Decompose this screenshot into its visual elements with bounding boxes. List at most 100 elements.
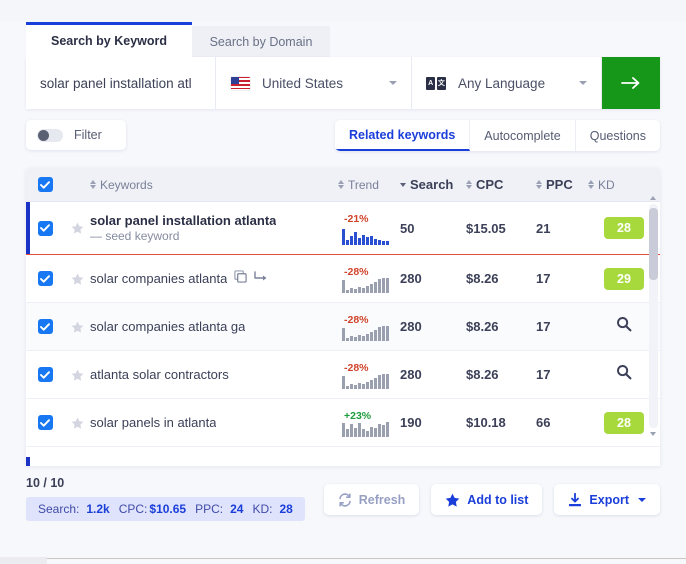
row-star-button[interactable]	[64, 222, 90, 234]
export-button-label: Export	[589, 492, 629, 507]
kd-search-icon[interactable]	[616, 316, 632, 337]
keyword-cell: atlanta solar contractors	[90, 367, 338, 382]
trend-cell: +23%	[338, 399, 400, 446]
filter-toggle-button[interactable]: Filter	[26, 120, 126, 150]
table-row[interactable]: solar panels in atlanta +23% 190 $10.18 …	[26, 399, 660, 447]
trend-sparkline	[342, 371, 389, 389]
scroll-down-icon[interactable]	[650, 432, 656, 436]
export-button[interactable]: Export	[554, 484, 660, 515]
refresh-button[interactable]: Refresh	[323, 484, 420, 515]
keyword-text[interactable]: solar panels in atlanta	[90, 415, 216, 430]
trend-sparkline	[342, 275, 389, 293]
row-star-button[interactable]	[64, 321, 90, 333]
row-accent-indicator	[26, 457, 30, 466]
summary-search-label: Search:	[38, 502, 80, 516]
search-submit-button[interactable]	[602, 57, 660, 109]
copy-icon[interactable]	[234, 269, 247, 288]
refresh-button-label: Refresh	[358, 492, 406, 507]
row-checkbox[interactable]	[37, 367, 53, 382]
keyword-search-input[interactable]	[26, 57, 216, 109]
ppc-value: 17	[536, 319, 551, 334]
row-checkbox-cell	[26, 319, 64, 334]
ppc-value: 66	[536, 415, 551, 430]
filter-and-tabs-row: Filter Related keywords Autocomplete Que…	[26, 120, 660, 152]
ppc-value: 17	[536, 367, 551, 382]
bottom-left-strip	[0, 557, 47, 564]
keyword-text[interactable]: atlanta solar contractors	[90, 367, 229, 382]
row-checkbox[interactable]	[37, 415, 53, 430]
column-header-ppc[interactable]: PPC	[536, 177, 588, 192]
arrow-forward-icon[interactable]	[254, 270, 268, 288]
column-header-keywords-label: Keywords	[100, 177, 153, 192]
add-to-list-button-label: Add to list	[467, 492, 529, 507]
refresh-icon	[338, 492, 351, 507]
keyword-cell: solar panel installation atlanta — seed …	[90, 213, 338, 243]
row-checkbox[interactable]	[37, 220, 53, 236]
table-row[interactable]: solar companies atlanta -28% 280 $8.26 1…	[26, 255, 660, 303]
chevron-down-icon	[579, 81, 587, 85]
search-mode-tabs: Search by Keyword Search by Domain	[26, 22, 660, 57]
kd-badge: 28	[604, 411, 644, 434]
keyword-text[interactable]: solar panel installation atlanta	[90, 213, 276, 228]
kd-badge: 28	[604, 217, 644, 239]
tab-questions[interactable]: Questions	[576, 120, 660, 151]
add-to-list-button[interactable]: Add to list	[431, 484, 543, 515]
column-header-trend-label: Trend	[348, 177, 379, 192]
tab-search-by-domain[interactable]: Search by Domain	[192, 26, 330, 57]
tab-related-keywords-label: Related keywords	[348, 127, 456, 142]
select-all-checkbox[interactable]	[37, 177, 53, 192]
summary-kd-value: 28	[279, 502, 293, 516]
tab-search-by-keyword[interactable]: Search by Keyword	[26, 22, 192, 57]
column-header-cpc[interactable]: CPC	[466, 177, 536, 192]
keyword-cell: solar companies atlanta	[90, 269, 338, 288]
row-checkbox[interactable]	[37, 271, 53, 286]
row-checkbox[interactable]	[37, 319, 53, 334]
summary-ppc-value: 24	[230, 502, 244, 516]
tab-questions-label: Questions	[589, 128, 646, 143]
language-select[interactable]: A文 Any Language	[412, 57, 602, 109]
column-header-kd[interactable]: KD	[588, 178, 660, 192]
table-scrollbar[interactable]	[649, 196, 658, 436]
keyword-cell: solar panels in atlanta	[90, 415, 338, 430]
table-row[interactable]: atlanta solar contractors -28% 280 $8.26…	[26, 351, 660, 399]
filter-toggle-switch[interactable]	[37, 128, 63, 142]
row-checkbox-cell	[26, 367, 64, 382]
arrow-right-icon	[621, 77, 640, 89]
header-checkbox-cell	[26, 177, 64, 192]
kd-search-icon[interactable]	[616, 364, 632, 385]
scrollbar-thumb[interactable]	[649, 208, 658, 280]
row-checkbox-cell	[26, 271, 64, 286]
summary-kd-label: KD:	[252, 502, 273, 516]
top-background-strip	[0, 0, 686, 22]
tab-related-keywords[interactable]: Related keywords	[334, 120, 471, 151]
search-inputs-row: United States A文 Any Language	[26, 57, 660, 109]
row-star-button[interactable]	[64, 273, 90, 285]
column-header-search[interactable]: Search	[400, 177, 466, 192]
trend-sparkline	[342, 227, 389, 245]
filter-label: Filter	[74, 128, 102, 142]
column-header-cpc-label: CPC	[476, 177, 504, 192]
search-volume-value: 280	[400, 319, 422, 334]
sort-icon	[338, 179, 345, 190]
tab-autocomplete[interactable]: Autocomplete	[470, 120, 576, 151]
row-star-button[interactable]	[64, 369, 90, 381]
column-header-keywords[interactable]: Keywords	[90, 178, 338, 192]
country-select[interactable]: United States	[216, 57, 412, 109]
keyword-text[interactable]: solar companies atlanta ga	[90, 319, 245, 334]
summary-cpc-value: $10.65	[149, 502, 187, 516]
table-body: solar panel installation atlanta — seed …	[26, 202, 660, 466]
keyword-cell: solar companies atlanta ga	[90, 319, 338, 334]
trend-percent: -21%	[344, 213, 369, 225]
scroll-up-icon[interactable]	[650, 196, 656, 200]
metrics-summary: Search: 1.2k CPC: $10.65 PPC: 24 KD: 28	[26, 497, 305, 521]
sort-icon	[588, 179, 595, 190]
keyword-text[interactable]: solar companies atlanta	[90, 271, 227, 286]
column-header-search-label: Search	[410, 177, 454, 192]
tab-search-by-keyword-label: Search by Keyword	[50, 34, 167, 48]
trend-sparkline	[342, 323, 389, 341]
column-header-trend[interactable]: Trend	[338, 178, 400, 192]
table-row[interactable]: solar companies atlanta ga -28% 280 $8.2…	[26, 303, 660, 351]
cpc-value: $10.18	[466, 415, 506, 430]
row-star-button[interactable]	[64, 417, 90, 429]
table-row[interactable]: solar panel installation atlanta — seed …	[26, 202, 660, 255]
